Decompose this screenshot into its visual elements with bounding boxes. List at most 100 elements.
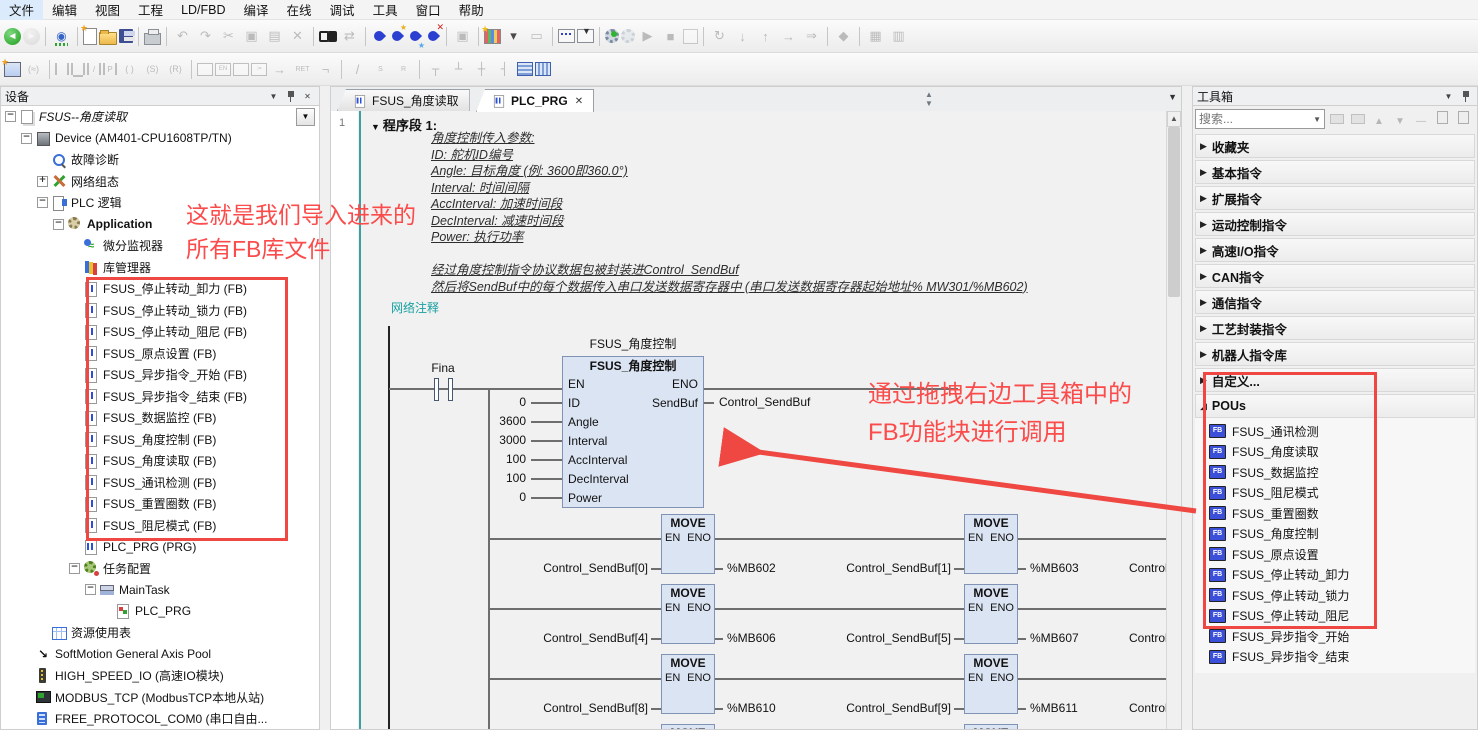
clean-icon[interactable] (425, 26, 441, 47)
new-object-dropdown-icon[interactable]: ▾ (503, 26, 524, 47)
move-input[interactable]: Control_SendBuf[4] (496, 631, 648, 645)
tree-item[interactable]: 故障诊断 (1, 149, 319, 171)
move-block[interactable]: MOVEENENO (964, 584, 1018, 644)
scroll-up-icon[interactable]: ▲ (1167, 111, 1181, 127)
search-input[interactable] (1196, 112, 1310, 126)
search-dropdown-icon[interactable]: ▼ (1310, 115, 1324, 124)
menu-工具[interactable]: 工具 (364, 0, 407, 20)
tree-item[interactable]: FSUS_停止转动_锁力 (FB) (1, 300, 319, 322)
insert-network-icon[interactable] (4, 62, 21, 77)
window-list-icon[interactable]: ▼ (1168, 92, 1177, 102)
pou-item[interactable]: FBFSUS_异步指令_结束 (1195, 647, 1475, 668)
tree-item[interactable]: FSUS_角度读取 (FB) (1, 450, 319, 472)
output-variable[interactable]: Control_SendBuf (719, 395, 810, 409)
pou-item[interactable]: FBFSUS_通讯检测 (1195, 421, 1475, 442)
tree-item[interactable]: −任务配置 (1, 558, 319, 580)
move-block[interactable]: MOVEENENO (661, 514, 715, 574)
collapse-icon[interactable]: − (53, 219, 64, 230)
toolbox-category-工艺封装指令[interactable]: ▶工艺封装指令 (1195, 316, 1475, 340)
rebuild-icon[interactable] (389, 26, 405, 47)
tree-item[interactable]: FSUS_通讯检测 (FB) (1, 472, 319, 494)
move-input[interactable]: Control_SendBuf[5] (799, 631, 951, 645)
panel-menu-icon[interactable]: ▼ (1441, 89, 1456, 103)
move-output[interactable]: %MB607 (1030, 631, 1079, 645)
split-view-handle[interactable]: ▲▼ (925, 90, 934, 108)
fbd-canvas[interactable]: 1 ▼程序段 1: 角度控制传入参数: ID: 舵机ID编号Angle: 目标角… (331, 111, 1169, 729)
move-next-input[interactable]: Control_S (1129, 631, 1169, 645)
menu-调试[interactable]: 调试 (321, 0, 364, 20)
menu-编辑[interactable]: 编辑 (43, 0, 86, 20)
input-value[interactable]: 0 (441, 395, 526, 409)
print-icon[interactable] (144, 33, 161, 45)
move-next-input[interactable]: Control_S (1129, 561, 1169, 575)
tree-item[interactable]: 库管理器 (1, 257, 319, 279)
toolbox-category-扩展指令[interactable]: ▶扩展指令 (1195, 186, 1475, 210)
move-output[interactable]: %MB610 (727, 701, 776, 715)
move-input[interactable]: Control_SendBuf[1] (799, 561, 951, 575)
contact-label[interactable]: Fina (423, 361, 463, 375)
move-output[interactable]: %MB611 (1030, 701, 1078, 715)
move-next-input[interactable]: Control_S (1129, 701, 1169, 715)
pin-icon[interactable] (1458, 89, 1473, 103)
tree-item[interactable]: FREE_PROTOCOL_COM0 (串口自由... (1, 708, 319, 730)
tree-item[interactable]: 资源使用表 (1, 622, 319, 644)
menu-在线[interactable]: 在线 (278, 0, 321, 20)
view-ladder-icon[interactable] (517, 62, 533, 76)
menu-LD/FBD[interactable]: LD/FBD (172, 2, 234, 18)
pou-item[interactable]: FBFSUS_数据监控 (1195, 462, 1475, 483)
fb-instance-label[interactable]: FSUS_角度控制 (562, 335, 704, 352)
project-combo-icon[interactable]: ▼ (296, 108, 315, 126)
tree-item[interactable]: ≈微分监视器 (1, 235, 319, 257)
collapse-icon[interactable]: − (69, 563, 80, 574)
input-value[interactable]: 3600 (441, 414, 526, 428)
tree-item[interactable]: FSUS_原点设置 (FB) (1, 343, 319, 365)
menu-工程[interactable]: 工程 (129, 0, 172, 20)
close-tab-icon[interactable]: ✕ (575, 96, 583, 107)
generate-code-icon[interactable] (407, 26, 423, 47)
tree-item[interactable]: HIGH_SPEED_IO (高速IO模块) (1, 665, 319, 687)
pou-item[interactable]: FBFSUS_原点设置 (1195, 544, 1475, 565)
collapse-icon[interactable]: − (21, 133, 32, 144)
move-input[interactable]: Control_SendBuf[0] (496, 561, 648, 575)
tree-item[interactable]: PLC_PRG (1, 601, 319, 623)
menu-视图[interactable]: 视图 (86, 0, 129, 20)
tree-item[interactable]: −MainTask (1, 579, 319, 601)
download-icon[interactable] (577, 29, 594, 43)
input-value[interactable]: 100 (441, 452, 526, 466)
pou-item[interactable]: FBFSUS_停止转动_卸力 (1195, 565, 1475, 586)
toolbox-category-收藏夹[interactable]: ▶收藏夹 (1195, 134, 1475, 158)
online-config-icon[interactable] (605, 29, 619, 43)
tree-item[interactable]: FSUS_数据监控 (FB) (1, 407, 319, 429)
input-value[interactable]: 3000 (441, 433, 526, 447)
toolbox-category-自定义...[interactable]: ▶自定义... (1195, 368, 1475, 392)
pou-item[interactable]: FBFSUS_重置圈数 (1195, 503, 1475, 524)
login-icon[interactable] (558, 29, 575, 43)
tree-item[interactable]: +网络组态 (1, 171, 319, 193)
toolbox-category-pous[interactable]: ◢ POUs (1195, 394, 1475, 418)
pou-item[interactable]: FBFSUS_停止转动_阻尼 (1195, 606, 1475, 627)
panel-menu-icon[interactable]: ▼ (266, 89, 281, 103)
toolbox-category-基本指令[interactable]: ▶基本指令 (1195, 160, 1475, 184)
toolbox-category-机器人指令库[interactable]: ▶机器人指令库 (1195, 342, 1475, 366)
editor-tab-PLC_PRG[interactable]: PLC_PRG✕ (476, 89, 594, 112)
editor-scrollbar[interactable]: ▲ (1166, 111, 1181, 729)
menu-编译[interactable]: 编译 (235, 0, 278, 20)
search-box[interactable]: ▼ (1195, 109, 1325, 129)
fb-block-FSUS-angle-control[interactable]: FSUS_角度控制ENENOIDSendBufAngleIntervalAccI… (562, 356, 704, 508)
tree-item[interactable]: FSUS_停止转动_阻尼 (FB) (1, 321, 319, 343)
pou-item[interactable]: FBFSUS_异步指令_开始 (1195, 626, 1475, 647)
expand-icon[interactable]: + (37, 176, 48, 187)
tree-item[interactable]: MODBUS_TCP (ModbusTCP本地从站) (1, 687, 319, 709)
close-icon[interactable]: ✕ (300, 89, 315, 103)
view-fbd-icon[interactable] (535, 62, 551, 76)
move-block[interactable]: MOVEENENO (661, 584, 715, 644)
tree-item[interactable]: −Device (AM401-CPU1608TP/TN) (1, 128, 319, 150)
open-project-icon[interactable] (99, 32, 117, 45)
tree-item[interactable]: FSUS_角度控制 (FB) (1, 429, 319, 451)
input-value[interactable]: 0 (441, 490, 526, 504)
tree-item[interactable]: −FSUS--角度读取▼ (1, 106, 319, 128)
move-input[interactable]: Control_SendBuf[9] (799, 701, 951, 715)
contact-icon[interactable] (434, 378, 439, 401)
pou-item[interactable]: FBFSUS_角度控制 (1195, 524, 1475, 545)
move-output[interactable]: %MB602 (727, 561, 776, 575)
